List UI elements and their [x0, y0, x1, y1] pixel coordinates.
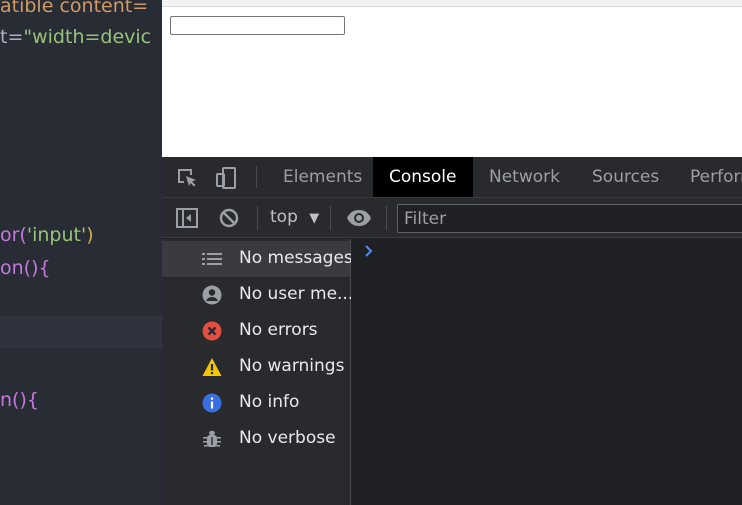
- sidebar-item-label: No info: [239, 392, 300, 412]
- tab-performance[interactable]: Perform: [674, 157, 742, 197]
- sidebar-item-label: No user me...: [239, 284, 354, 304]
- toolbar-separator: [330, 206, 331, 230]
- sidebar-item-user-messages[interactable]: No user me...: [162, 277, 354, 313]
- sidebar-item-label: No messages: [239, 248, 353, 268]
- current-line-highlight: [0, 316, 162, 348]
- page-preview: [162, 0, 742, 157]
- console-output[interactable]: [351, 239, 742, 505]
- context-selector[interactable]: top ▼: [270, 207, 319, 227]
- user-icon: [202, 285, 222, 305]
- preview-text-input[interactable]: [170, 16, 345, 35]
- toolbar-separator: [256, 166, 257, 188]
- tab-console[interactable]: Console: [373, 157, 473, 197]
- tab-elements[interactable]: Elements: [267, 157, 378, 197]
- toolbar-separator: [257, 206, 258, 230]
- sidebar-item-warnings[interactable]: No warnings: [162, 349, 350, 385]
- toolbar-separator: [386, 206, 387, 230]
- code-line: on(){: [0, 257, 51, 279]
- dropdown-arrow-icon: ▼: [309, 211, 320, 226]
- filter-input[interactable]: [397, 204, 742, 233]
- bug-icon: [202, 429, 222, 449]
- tab-network[interactable]: Network: [473, 157, 576, 197]
- error-icon: [202, 321, 222, 341]
- console-prompt-chevron-icon: [363, 243, 375, 263]
- devtools-tabbar: Elements Console Network Sources Perform: [162, 157, 742, 198]
- sidebar-item-errors[interactable]: No errors: [162, 313, 350, 349]
- live-expression-eye-icon[interactable]: [346, 206, 371, 230]
- code-line: atible content=: [0, 0, 149, 17]
- sidebar-item-label: No errors: [239, 320, 318, 340]
- context-value: top: [270, 207, 298, 227]
- inspect-element-icon[interactable]: [175, 166, 199, 190]
- sidebar-item-label: No verbose: [239, 428, 336, 448]
- devtools-panel: Elements Console Network Sources Perform…: [162, 157, 742, 505]
- code-editor[interactable]: atible content= t="width=devic or('input…: [0, 0, 162, 505]
- preview-top-strip: [162, 0, 742, 7]
- console-sidebar: No messages No user me... No errors No w…: [162, 239, 354, 505]
- console-toolbar: top ▼: [162, 198, 742, 238]
- sidebar-item-label: No warnings: [239, 356, 345, 376]
- code-line: t="width=devic: [0, 26, 152, 48]
- tab-sources[interactable]: Sources: [576, 157, 675, 197]
- info-icon: [202, 393, 222, 413]
- warning-icon: [202, 357, 222, 377]
- code-line: n(){: [0, 389, 39, 411]
- sidebar-item-messages[interactable]: No messages: [162, 241, 353, 277]
- code-line: or('input'): [0, 224, 94, 246]
- device-toolbar-icon[interactable]: [214, 166, 238, 190]
- sidebar-item-verbose[interactable]: No verbose: [162, 421, 350, 457]
- list-icon: [202, 249, 222, 269]
- sidebar-item-info[interactable]: No info: [162, 385, 350, 421]
- clear-console-icon[interactable]: [217, 206, 241, 230]
- sidebar-toggle-icon[interactable]: [175, 206, 199, 230]
